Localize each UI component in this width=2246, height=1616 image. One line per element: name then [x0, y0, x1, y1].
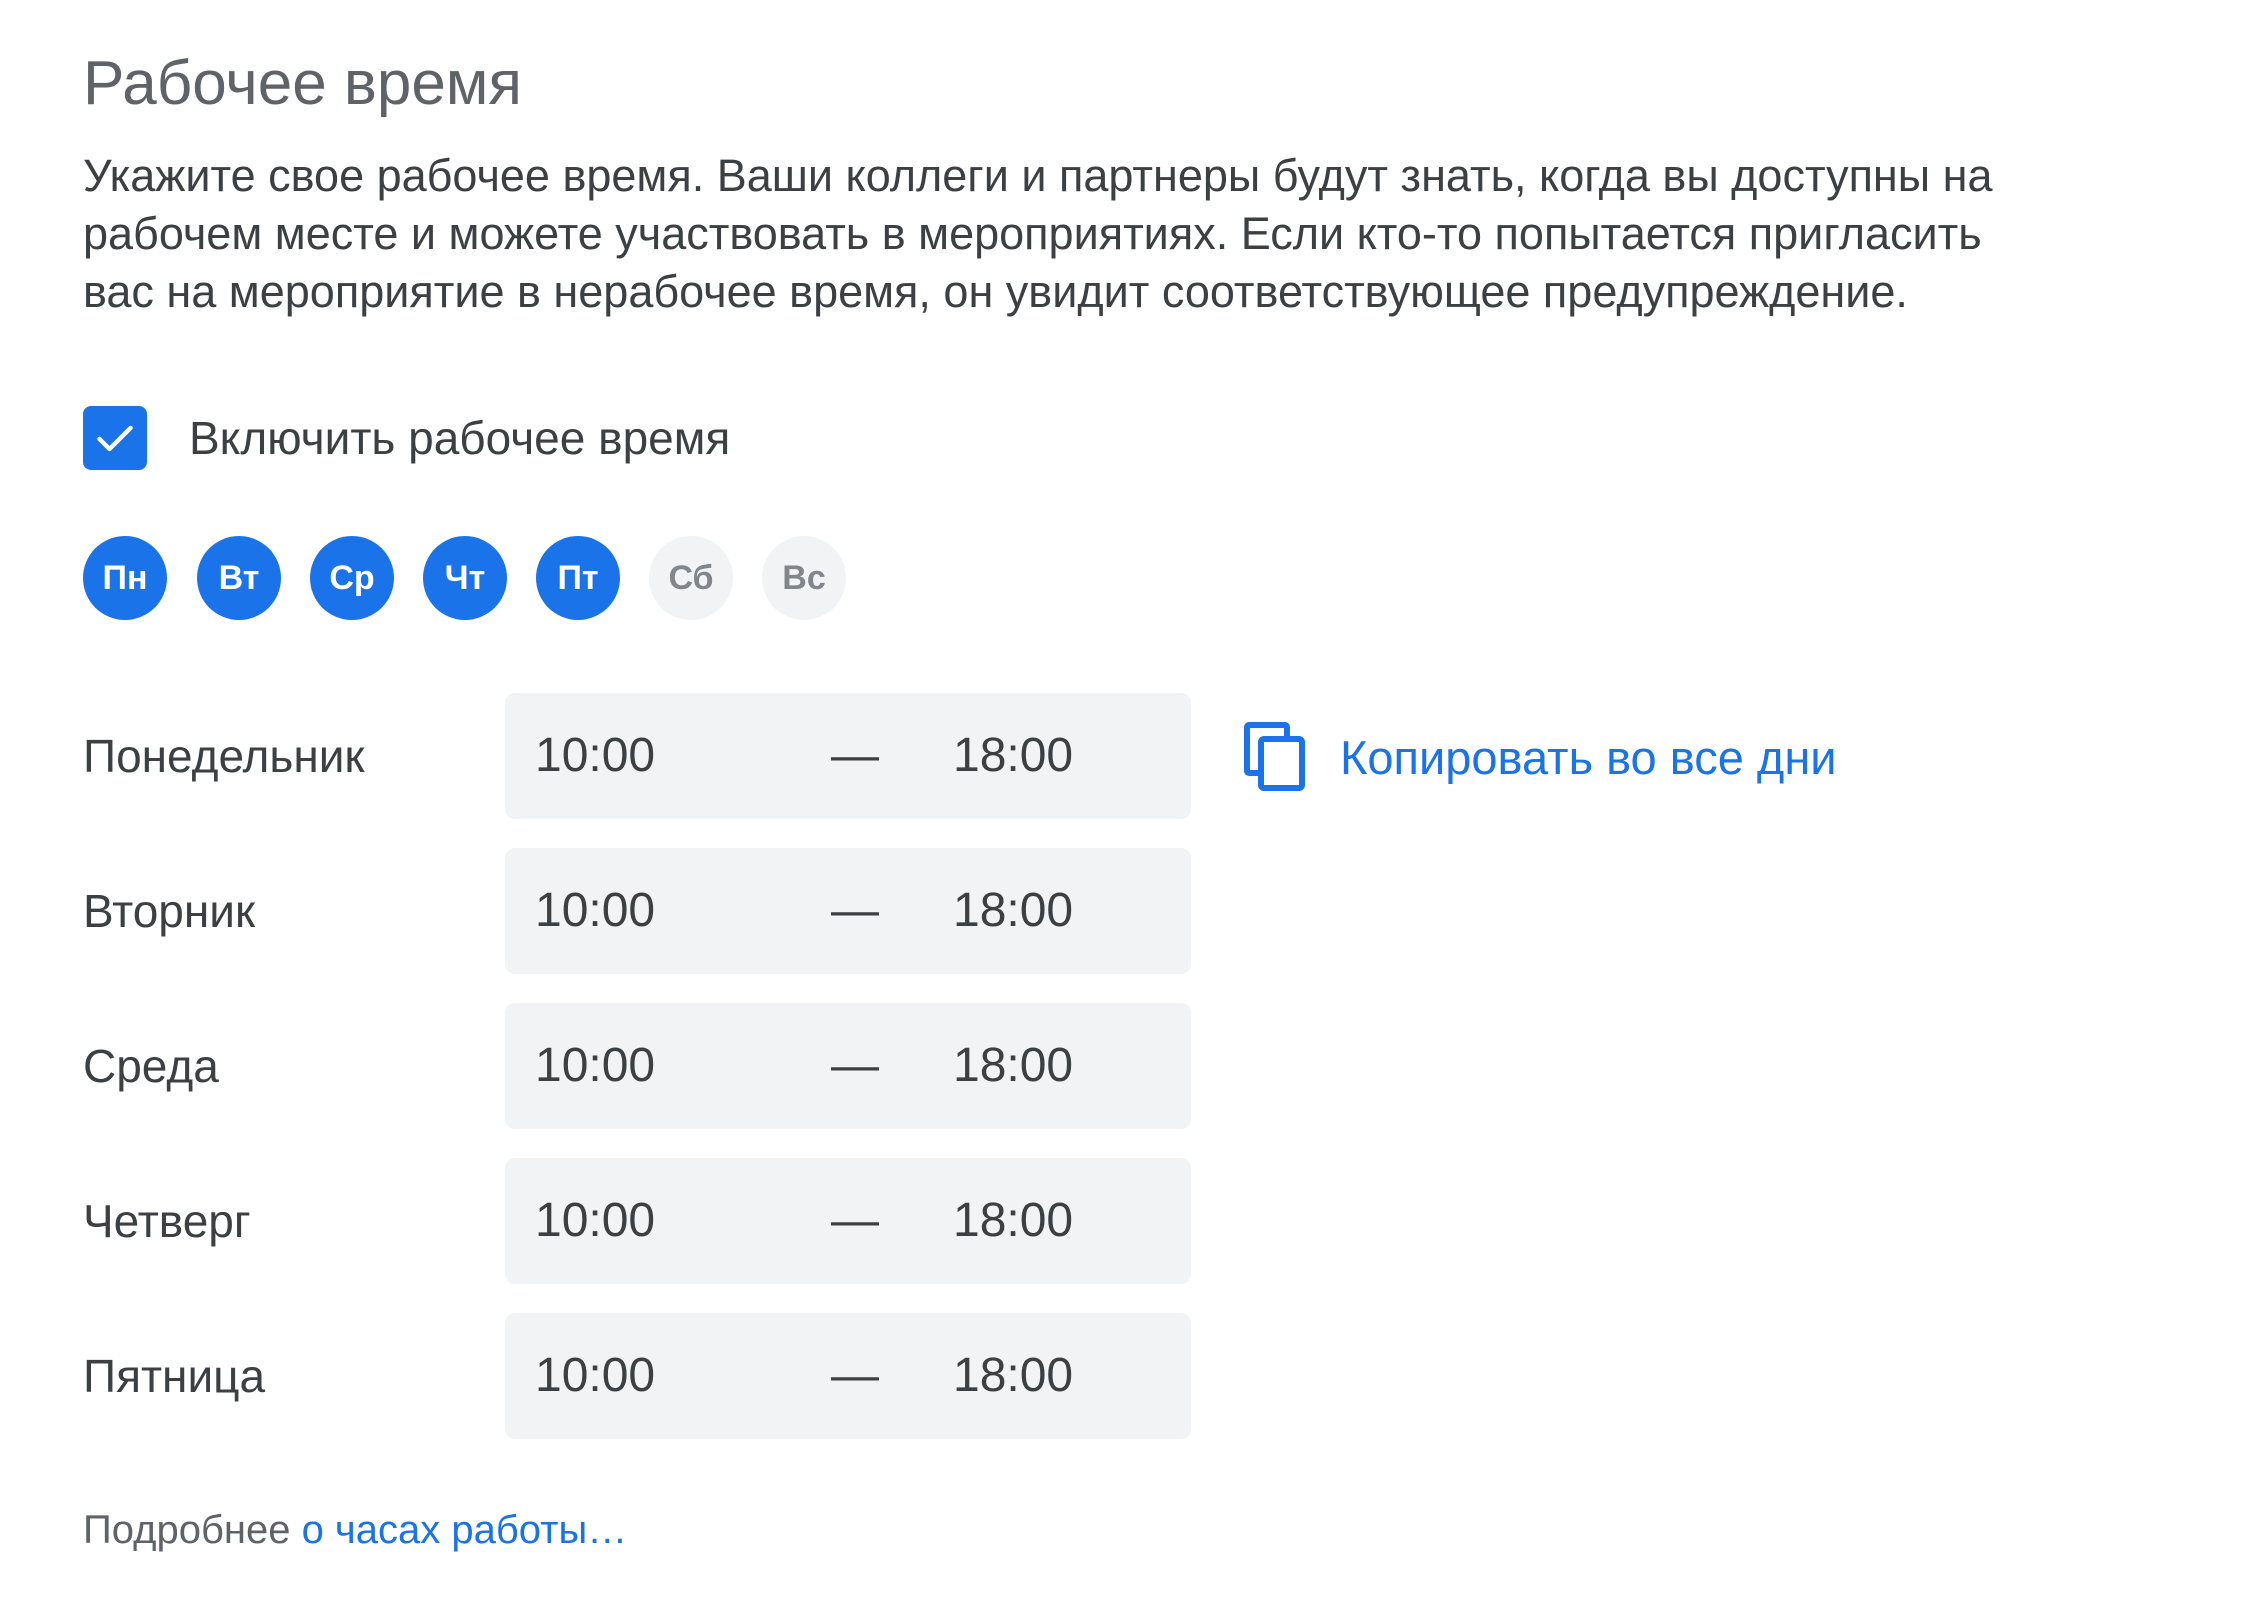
time-range: 10:00 — 18:00: [505, 1313, 1191, 1439]
time-range: 10:00 — 18:00: [505, 1158, 1191, 1284]
learn-more-footer: Подробнее о часах работы…: [83, 1508, 627, 1553]
time-separator: —: [831, 1349, 879, 1402]
end-time-field[interactable]: 18:00: [953, 1313, 1073, 1439]
copy-icon: [1244, 722, 1305, 791]
day-chip-thu[interactable]: Чт: [423, 536, 507, 620]
start-time-field[interactable]: 10:00: [535, 1313, 655, 1439]
time-separator: —: [831, 884, 879, 937]
copy-to-all-days-label: Копировать во все дни: [1340, 730, 1837, 784]
enable-working-hours-label[interactable]: Включить рабочее время: [189, 406, 730, 470]
day-label: Пятница: [83, 1350, 266, 1402]
description-line: вас на мероприятие в нерабочее время, он…: [83, 266, 1908, 317]
time-separator: —: [831, 729, 879, 782]
day-chip-sat[interactable]: Сб: [649, 536, 733, 620]
start-time-field[interactable]: 10:00: [535, 693, 655, 819]
end-time-field[interactable]: 18:00: [953, 693, 1073, 819]
checkmark-icon: [97, 425, 133, 452]
section-description: Укажите свое рабочее время. Ваши коллеги…: [83, 147, 2223, 321]
day-chip-fri[interactable]: Пт: [536, 536, 620, 620]
day-chip-tue[interactable]: Вт: [197, 536, 281, 620]
day-label: Среда: [83, 1040, 219, 1092]
description-line: рабочем месте и можете участвовать в мер…: [83, 208, 1982, 259]
time-range: 10:00 — 18:00: [505, 1003, 1191, 1129]
enable-working-hours-row: Включить рабочее время: [83, 406, 730, 470]
enable-working-hours-checkbox[interactable]: [83, 406, 147, 470]
time-separator: —: [831, 1039, 879, 1092]
start-time-field[interactable]: 10:00: [535, 848, 655, 974]
start-time-field[interactable]: 10:00: [535, 1158, 655, 1284]
end-time-field[interactable]: 18:00: [953, 848, 1073, 974]
start-time-field[interactable]: 10:00: [535, 1003, 655, 1129]
day-chip-sun[interactable]: Вс: [762, 536, 846, 620]
description-line: Укажите свое рабочее время. Ваши коллеги…: [83, 150, 1993, 201]
day-label: Четверг: [83, 1195, 251, 1247]
working-hours-help-link[interactable]: о часах работы…: [302, 1508, 628, 1552]
day-chip-wed[interactable]: Ср: [310, 536, 394, 620]
end-time-field[interactable]: 18:00: [953, 1003, 1073, 1129]
section-title: Рабочее время: [83, 49, 522, 118]
day-label: Вторник: [83, 885, 256, 937]
working-hours-settings: Рабочее время Укажите свое рабочее время…: [0, 0, 2246, 1616]
day-chip-mon[interactable]: Пн: [83, 536, 167, 620]
learn-more-prefix: Подробнее: [83, 1508, 302, 1552]
time-range: 10:00 — 18:00: [505, 693, 1191, 819]
end-time-field[interactable]: 18:00: [953, 1158, 1073, 1284]
time-separator: —: [831, 1194, 879, 1247]
copy-to-all-days-button[interactable]: Копировать во все дни: [1244, 717, 1837, 797]
time-range: 10:00 — 18:00: [505, 848, 1191, 974]
day-label: Понедельник: [83, 730, 365, 782]
